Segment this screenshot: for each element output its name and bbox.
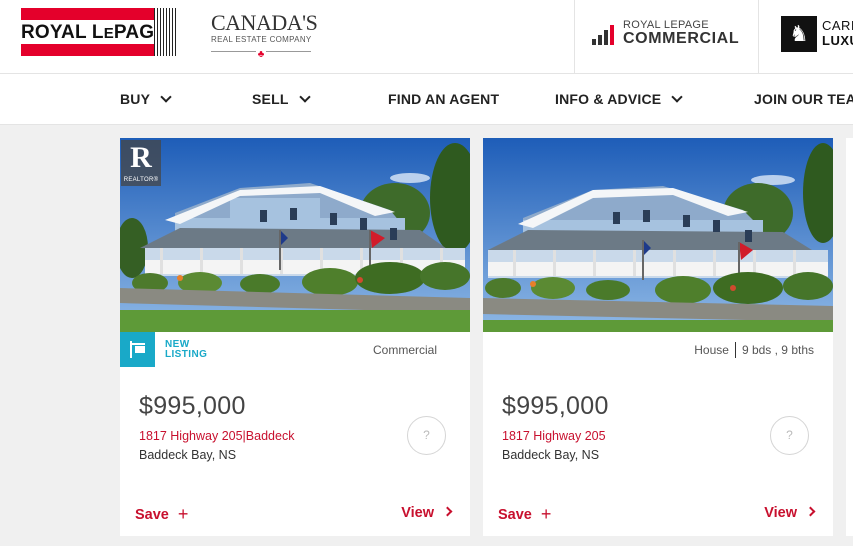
listing-city: Baddeck Bay, NS (139, 448, 237, 462)
property-details: House 9 bds , 9 bths (694, 342, 814, 359)
commercial-bars-icon (592, 25, 620, 45)
listing-address[interactable]: 1817 Highway 205 (502, 428, 606, 444)
main-nav: BUY SELL FIND AN AGENT INFO & ADVICE JOI… (0, 74, 853, 125)
nav-join-our-team[interactable]: JOIN OUR TEAM (754, 74, 853, 125)
listing-photo[interactable] (483, 138, 833, 332)
royal-lepage-commercial-logo[interactable]: ROYAL LEPAGE COMMERCIAL (592, 19, 752, 49)
listing-address[interactable]: 1817 Highway 205|Baddeck (139, 428, 294, 444)
property-type: Commercial (372, 343, 437, 357)
chevron-down-icon (671, 91, 683, 103)
listing-city: Baddeck Bay, NS (502, 448, 600, 462)
listing-photo[interactable]: R REALTOR® (120, 138, 470, 332)
realtor-logo: R REALTOR® (121, 140, 161, 186)
royal-lepage-logo[interactable]: ROYAL LEPAGE (21, 8, 178, 56)
horse-carriage-icon: ♞ (781, 16, 817, 52)
header-divider (758, 0, 759, 74)
site-header: ROYAL LEPAGE CANADA'S REAL ESTATE COMPAN… (0, 0, 853, 74)
listing-price: $995,000 (502, 392, 609, 420)
view-button[interactable]: View (764, 504, 816, 522)
agent-avatar[interactable]: ? (770, 416, 809, 455)
canadas-real-estate-company-logo[interactable]: CANADA'S REAL ESTATE COMPANY ♣ (211, 12, 318, 60)
plus-icon: + (540, 504, 552, 524)
listing-card[interactable]: R REALTOR® NEW LISTING Commercial $995,0… (120, 138, 470, 536)
chevron-down-icon (298, 91, 311, 103)
nav-find-an-agent[interactable]: FIND AN AGENT (388, 74, 499, 125)
new-listing-label: NEW LISTING (165, 339, 208, 360)
view-button[interactable]: View (401, 504, 453, 522)
maple-leaf-icon: ♣ (256, 49, 266, 60)
carriage-luxury-logo[interactable]: ♞ CARRLUXU (781, 16, 853, 52)
chevron-down-icon (160, 91, 172, 103)
sign-icon (120, 332, 155, 367)
chevron-right-icon (442, 506, 453, 517)
nav-buy[interactable]: BUY (120, 74, 172, 125)
save-button[interactable]: Save + (498, 504, 551, 524)
plus-icon: + (177, 504, 189, 524)
property-type: House (694, 343, 729, 358)
listing-card[interactable]: House 9 bds , 9 bths $995,000 1817 Highwa… (483, 138, 833, 536)
header-divider (574, 0, 575, 74)
save-button[interactable]: Save + (135, 504, 188, 524)
chevron-right-icon (805, 506, 816, 517)
agent-avatar[interactable]: ? (407, 416, 446, 455)
next-listing-card-edge (846, 138, 853, 536)
nav-info-advice[interactable]: INFO & ADVICE (555, 74, 683, 125)
listing-price: $995,000 (139, 392, 246, 420)
nav-sell[interactable]: SELL (252, 74, 311, 125)
beds-baths: 9 bds , 9 bths (741, 343, 814, 358)
